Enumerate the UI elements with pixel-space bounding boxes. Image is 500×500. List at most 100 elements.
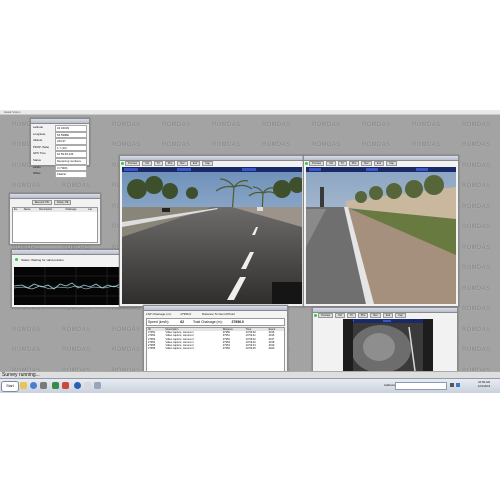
- camera-right-vid-button[interactable]: Vid: [326, 161, 336, 167]
- watermark-text: ROMDAS: [462, 122, 491, 128]
- tray-speaker-icon[interactable]: [450, 383, 454, 387]
- gps-row: PDOP (Sats) 1.7 (10): [33, 144, 87, 152]
- camera-bottom-pho-button[interactable]: Pho: [357, 313, 369, 319]
- camera-bottom-toolbar: Preview Vid Ttl Pho Rec Exit Cap: [313, 313, 457, 319]
- log-speed-row: Speed (km/h): 62 Total Chainage (m): 279…: [146, 318, 285, 326]
- watermark-text: ROMDAS: [62, 183, 91, 189]
- camera-left-cap-button[interactable]: Cap: [202, 161, 213, 167]
- events-col-desc: Description: [39, 208, 53, 212]
- camera-left-rec-button[interactable]: Rec: [177, 161, 188, 167]
- log-row[interactable]: 27956 Video capture, camera 3 27955 10:59:4…: [147, 347, 284, 350]
- watermark-text: ROMDAS: [462, 204, 491, 210]
- camera-bottom-ttl-button[interactable]: Ttl: [346, 313, 356, 319]
- watermark-text: ROMDAS: [362, 122, 391, 128]
- camera-left-pho-button[interactable]: Pho: [164, 161, 176, 167]
- log-list[interactable]: ID Description Distance Time Event 27951…: [146, 327, 285, 375]
- watermark-text: ROMDAS: [12, 327, 41, 333]
- browser-icon[interactable]: [30, 382, 37, 389]
- events-tabs: Element: PE Rutup: PE: [10, 199, 100, 206]
- watermark-text: ROMDAS: [162, 142, 191, 148]
- events-col-lat: Lat: [88, 208, 92, 212]
- camera-right-pho-button[interactable]: Pho: [348, 161, 360, 167]
- gps-row-label: GPS Time: [33, 151, 46, 156]
- camera-bottom-vid-button[interactable]: Vid: [335, 313, 345, 319]
- settings-icon[interactable]: [40, 382, 47, 389]
- gps-window[interactable]: Latitude 24.3431N Longitude 54.5998E Altitud…: [30, 118, 90, 178]
- camera-bottom-status-icon: [314, 314, 317, 318]
- gps-row-label: Lanes: [33, 164, 41, 169]
- gps-row-value: Flasher: [55, 171, 87, 178]
- app-icon[interactable]: [62, 382, 69, 389]
- user-icon[interactable]: [84, 382, 91, 389]
- tab-element[interactable]: Element: PE: [32, 200, 52, 206]
- taskbar: Start Address 10:59 AM 12/1/2013: [0, 378, 500, 393]
- camera-bottom-rec-button[interactable]: Rec: [370, 313, 381, 319]
- camera-left-vid-button[interactable]: Vid: [142, 161, 152, 167]
- distance-label: Distance To Next A/Point: [202, 312, 235, 316]
- events-window[interactable]: Element: PE Rutup: PE Ev. Name Descripti…: [9, 193, 101, 245]
- camera-icon[interactable]: [94, 382, 101, 389]
- app-titlebar: Hawk Vision: [0, 110, 500, 115]
- watermark-text: ROMDAS: [462, 142, 491, 148]
- camera-right-exit-button[interactable]: Exit: [373, 161, 385, 167]
- gps-row-value: 3 (7000): [55, 164, 87, 172]
- gps-row: Latitude 24.3431N: [33, 125, 87, 132]
- log-cell-time: 10:59:45: [245, 347, 256, 351]
- clock[interactable]: 10:59 AM 12/1/2013: [470, 380, 498, 388]
- gps-row: Lanes 3 (7000): [33, 164, 87, 172]
- camera-bottom-preview-button[interactable]: Preview: [318, 313, 334, 319]
- tray-network-icon[interactable]: [456, 383, 460, 387]
- gps-row-value: 10:59:45.246: [55, 151, 87, 158]
- clock-date: 12/1/2013: [477, 384, 491, 388]
- watermark-text: ROMDAS: [462, 183, 491, 189]
- watermark-text: ROMDAS: [262, 142, 291, 148]
- start-button[interactable]: Start: [1, 381, 19, 392]
- camera-window-bottom[interactable]: Preview Vid Ttl Pho Rec Exit Cap: [312, 307, 458, 377]
- watermark-text: ROMDAS: [112, 327, 141, 333]
- gps-row-label: Latitude: [33, 125, 43, 129]
- watermark-text: ROMDAS: [262, 122, 291, 128]
- start-label: Start: [6, 384, 14, 388]
- media-icon[interactable]: [52, 382, 59, 389]
- watermark-text: ROMDAS: [462, 327, 491, 333]
- watermark-text: ROMDAS: [462, 347, 491, 353]
- camera-left-ttl-button[interactable]: Ttl: [153, 161, 163, 167]
- lsp-label: LSP Chainage (m):: [146, 312, 172, 316]
- camera-right-rec-button[interactable]: Rec: [361, 161, 372, 167]
- camera-right-feed: [306, 167, 456, 304]
- camera-right-preview-button[interactable]: Preview: [309, 161, 325, 167]
- camera-left-exit-button[interactable]: Exit: [189, 161, 201, 167]
- gps-table: Latitude 24.3431N Longitude 54.5998E Altitud…: [31, 124, 89, 179]
- total-label: Total Chainage (m):: [192, 320, 223, 324]
- log-cell-event: 4020: [268, 347, 275, 351]
- watermark-text: ROMDAS: [412, 122, 441, 128]
- folder-icon[interactable]: [20, 382, 27, 389]
- camera-window-left[interactable]: Preview Vid Ttl Pho Rec Exit Cap: [119, 155, 305, 307]
- camera-right-toolbar: Preview Vid Ttl Pho Rec Exit Cap: [304, 161, 458, 167]
- camera-left-feed: [122, 167, 302, 304]
- watermark-text: ROMDAS: [312, 142, 341, 148]
- address-label: Address: [384, 383, 396, 387]
- watermark-text: ROMDAS: [212, 122, 241, 128]
- gps-row-label: Longitude: [33, 131, 46, 136]
- gps-row-label: Status: [33, 157, 41, 162]
- speed-value: 62: [180, 320, 185, 324]
- gps-row-value: 54.5998E: [55, 131, 87, 139]
- camera-left-preview-button[interactable]: Preview: [125, 161, 141, 167]
- camera-bottom-cap-button[interactable]: Cap: [395, 313, 406, 319]
- events-col-name: Name: [23, 208, 31, 212]
- address-field[interactable]: [395, 382, 447, 390]
- log-cell-desc: Video capture, camera 3: [165, 347, 194, 351]
- tab-rutup[interactable]: Rutup: PE: [54, 200, 72, 206]
- camera-right-cap-button[interactable]: Cap: [386, 161, 397, 167]
- events-list[interactable]: Ev. Name Description Chainage Lat: [12, 207, 98, 244]
- watermark-text: ROMDAS: [112, 347, 141, 353]
- network-icon[interactable]: [74, 382, 81, 389]
- camera-bottom-exit-button[interactable]: Exit: [382, 313, 394, 319]
- log-cell-id: 27956: [148, 347, 156, 351]
- camera-window-right[interactable]: Preview Vid Ttl Pho Rec Exit Cap: [303, 155, 459, 307]
- events-col-ev: Ev.: [14, 208, 18, 212]
- camera-right-ttl-button[interactable]: Ttl: [337, 161, 347, 167]
- gps-row: Status Receiving numbers: [33, 157, 87, 165]
- watermark-text: ROMDAS: [112, 122, 141, 128]
